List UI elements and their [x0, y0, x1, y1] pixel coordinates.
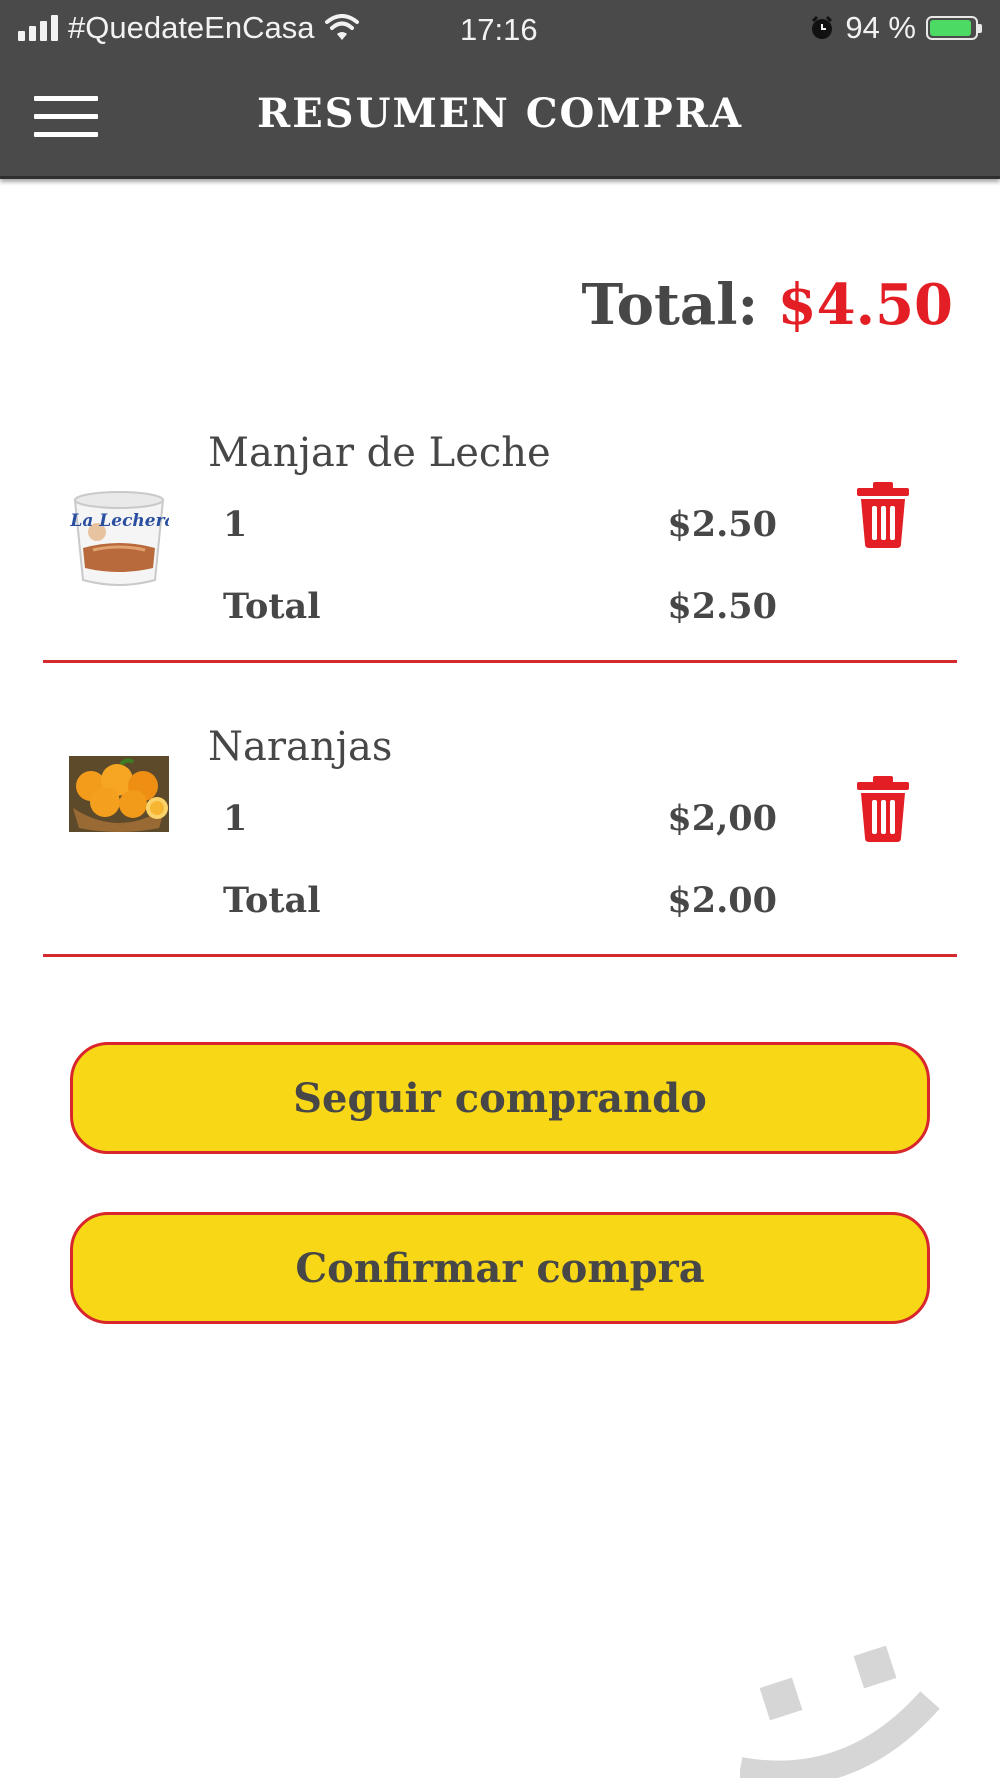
item-line-total: $2.50 — [667, 586, 777, 627]
product-image-la-lechera: La Lechera — [69, 486, 169, 590]
smiley-logo-icon — [740, 1645, 940, 1778]
item-unit-price: $2.50 — [667, 504, 777, 545]
cart-item: Naranjas 1 $2,00 Total $2.00 — [43, 724, 957, 957]
item-name: Naranjas — [208, 724, 393, 770]
battery-percent: 94 % — [845, 10, 916, 45]
item-total-label: Total — [223, 586, 321, 627]
status-left: #QuedateEnCasa — [18, 10, 360, 46]
item-quantity: 1 — [223, 798, 248, 839]
wifi-icon — [325, 14, 360, 40]
trash-icon[interactable] — [855, 776, 911, 842]
app-header: RESUMEN COMPRA — [0, 58, 1000, 179]
product-image-oranges — [69, 756, 169, 832]
cart-total-amount: $4.50 — [777, 272, 953, 338]
cart-total-label: Total: — [581, 272, 778, 338]
page-title: RESUMEN COMPRA — [256, 90, 744, 137]
cart-item: La Lechera Manjar de Leche 1 $2.50 Total… — [43, 430, 957, 663]
item-line-total: $2.00 — [667, 880, 777, 921]
confirm-purchase-button[interactable]: Confirmar compra — [70, 1212, 930, 1324]
status-bar: #QuedateEnCasa 17:16 94 % — [0, 0, 1000, 58]
item-quantity: 1 — [223, 504, 248, 545]
item-total-label: Total — [223, 880, 321, 921]
carrier-label: #QuedateEnCasa — [68, 10, 315, 45]
continue-shopping-button[interactable]: Seguir comprando — [70, 1042, 930, 1154]
item-unit-price: $2,00 — [667, 798, 777, 839]
cart-total: Total: $4.50 — [581, 272, 953, 338]
battery-level-fill — [930, 20, 972, 36]
item-name: Manjar de Leche — [208, 430, 551, 476]
trash-icon[interactable] — [855, 482, 911, 548]
alarm-icon — [812, 15, 833, 39]
status-time: 17:16 — [460, 12, 538, 47]
signal-icon — [18, 15, 58, 41]
status-right: 94 % — [809, 10, 982, 46]
product-image-text: La Lechera — [69, 511, 169, 531]
battery-icon — [926, 16, 982, 40]
